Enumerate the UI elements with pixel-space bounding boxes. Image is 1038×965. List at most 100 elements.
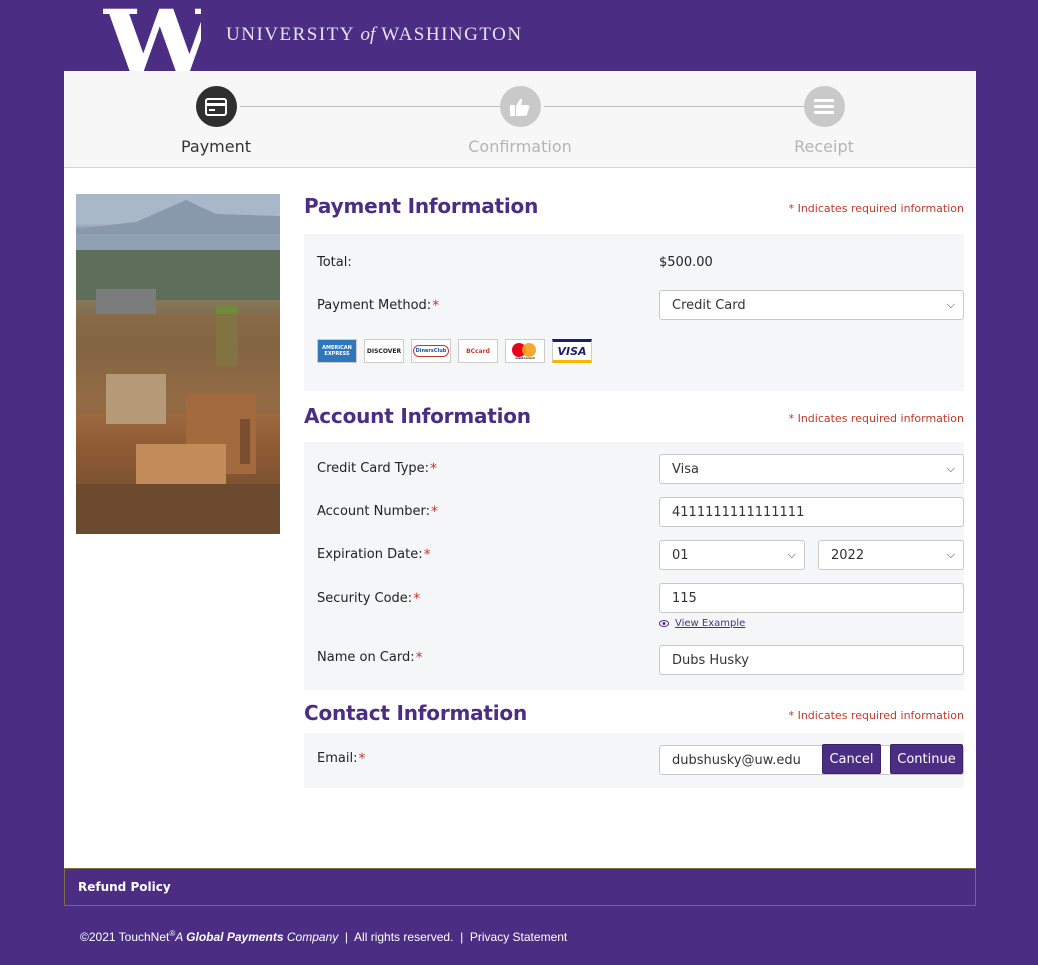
required-star: * [358,751,366,767]
university-of: of [360,24,376,45]
chevron-down-icon: ⌵ [946,548,955,561]
amex-card-icon: AMERICAN EXPRESS [317,339,357,363]
payment-method-select[interactable]: Credit Card ⌵ [659,290,964,320]
account-info-header: Account Information * Indicates required… [304,404,964,442]
refund-policy-bar: Refund Policy [64,868,976,906]
chevron-down-icon: ⌵ [946,298,955,311]
required-star: * [431,504,438,520]
visa-text: VISA [557,344,587,358]
mastercard-text: mastercard [515,356,535,360]
required-star: * [413,591,421,607]
accepted-cards: AMERICAN EXPRESS DISCOVER DinersClub BCc… [317,339,592,363]
uw-logo[interactable]: W [103,6,201,71]
total-label: Total: [317,255,352,270]
section-title: Account Information [304,404,531,428]
step-label: Confirmation [468,137,572,156]
required-star: * [432,298,440,314]
contact-info-header: Contact Information * Indicates required… [304,701,964,733]
chevron-down-icon: ⌵ [787,548,796,561]
bccard-icon: BCcard [458,339,498,363]
university-word: UNIVERSITY [226,24,355,45]
mastercard-icon: mastercard [505,339,545,363]
label-text: Name on Card: [317,650,415,665]
total-row: Total: $500.00 [317,234,951,278]
account-number-input[interactable]: 4111111111111111 [659,497,964,527]
label-text: Email: [317,751,358,766]
bccard-text: BCcard [466,347,490,355]
separator: | [453,930,470,944]
thumbs-up-icon [499,86,541,127]
account-number-label: Account Number:* [317,504,438,520]
card-type-select[interactable]: Visa ⌵ [659,454,964,484]
button-label: Continue [897,751,956,767]
continue-button[interactable]: Continue [890,744,963,774]
section-title: Contact Information [304,701,528,725]
expiration-row: Expiration Date:* 01 ⌵ 2022 ⌵ [317,528,964,572]
exp-month-select[interactable]: 01 ⌵ [659,540,805,570]
name-on-card-label: Name on Card:* [317,650,423,666]
company-name: Global Payments [186,930,284,944]
step-label: Receipt [794,137,854,156]
discover-card-icon: DISCOVER [364,339,404,363]
mastercard-logo: mastercard [512,341,538,361]
list-icon [803,86,845,127]
payment-info-header: Payment Information * Indicates required… [304,194,964,234]
input-value: dubshusky@uw.edu [672,752,801,768]
input-value: 4111111111111111 [672,504,805,520]
payment-method-label: Payment Method:* [317,298,439,314]
privacy-statement-link[interactable]: Privacy Statement [470,930,567,944]
campus-photo [76,194,280,534]
copyright-text: ©2021 TouchNet [80,930,170,944]
card-type-row: Credit Card Type:* Visa ⌵ [317,442,964,486]
payment-info-box: Total: $500.00 Payment Method:* Credit C… [304,234,964,391]
label-text: Payment Method: [317,298,432,313]
required-note: * Indicates required information [788,202,964,215]
refund-policy-link[interactable]: Refund Policy [78,880,171,894]
select-value: Visa [672,461,699,477]
washington-word: WASHINGTON [381,24,523,45]
label-text: Account Number: [317,504,430,519]
total-value: $500.00 [659,255,713,270]
security-code-row: Security Code:* 115 View Example [317,572,964,633]
payment-method-row: Payment Method:* Credit Card ⌵ [317,278,964,322]
view-example-link[interactable]: View Example [659,618,745,629]
section-title: Payment Information [304,194,539,218]
expiration-label: Expiration Date:* [317,547,431,563]
exp-year-select[interactable]: 2022 ⌵ [818,540,964,570]
visa-card-icon: VISA [552,339,592,363]
email-label: Email:* [317,751,365,767]
label-text: Expiration Date: [317,547,423,562]
label-text: Credit Card Type: [317,461,430,476]
chevron-down-icon: ⌵ [946,462,955,475]
separator: | [338,930,355,944]
main-form: Payment Information * Indicates required… [304,194,964,788]
company-prefix: A [175,930,187,944]
rights-text: All rights reserved. [354,930,454,944]
security-code-input[interactable]: 115 [659,583,964,613]
logo-letter: W [103,6,201,71]
company-suffix: Company [283,930,339,944]
required-note: * Indicates required information [788,412,964,425]
discover-text: DISCOVER [366,347,402,355]
cancel-button[interactable]: Cancel [822,744,881,774]
progress-steps: Payment Confirmation Receipt [64,71,976,168]
select-value: 2022 [831,547,865,563]
required-star: * [415,650,423,666]
amex-text: AMERICAN EXPRESS [322,345,352,357]
label-text: Security Code: [317,591,413,606]
button-label: Cancel [829,751,874,767]
eye-icon [659,620,669,627]
card-type-label: Credit Card Type:* [317,461,437,477]
copyright-line: ©2021 TouchNet®A Global Payments Company… [80,929,567,944]
diners-card-icon: DinersClub [411,339,451,363]
required-star: * [423,547,431,563]
credit-card-icon [195,86,237,127]
step-label: Payment [180,137,252,156]
university-name: UNIVERSITY of WASHINGTON [226,24,523,46]
required-star: * [430,461,438,477]
site-header: W UNIVERSITY of WASHINGTON [0,0,1038,71]
payment-panel: Payment Confirmation Receipt Payment Inf… [64,71,976,868]
name-on-card-input[interactable]: Dubs Husky [659,645,964,675]
account-info-box: Credit Card Type:* Visa ⌵ Account Number… [304,442,964,690]
input-value: Dubs Husky [672,652,749,668]
